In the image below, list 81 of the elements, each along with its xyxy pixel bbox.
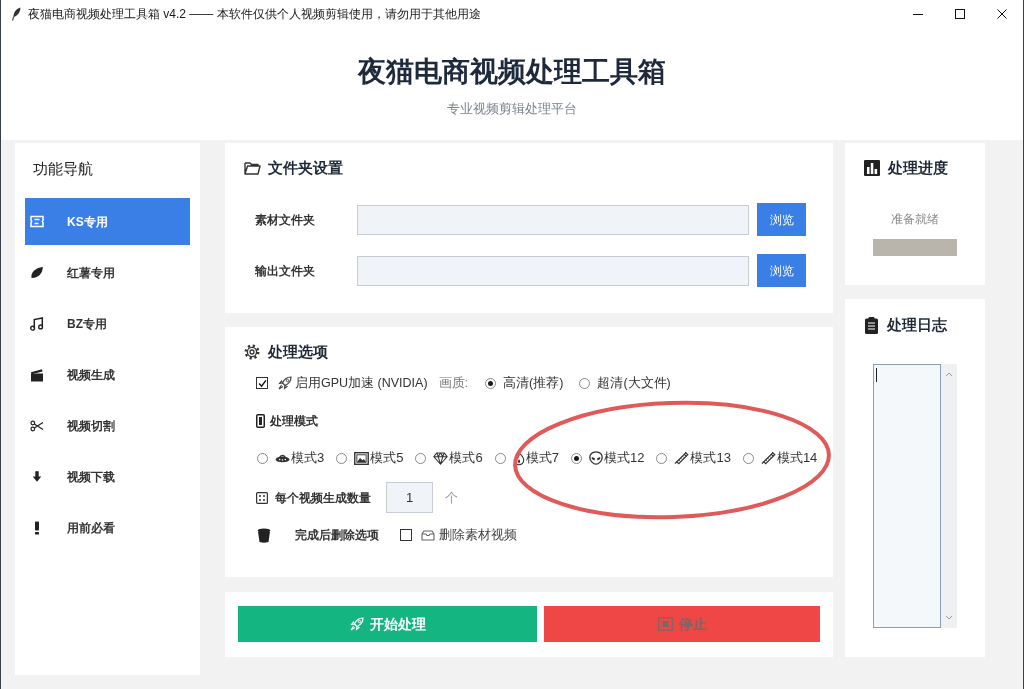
scrollbar[interactable] — [941, 364, 957, 628]
pencil-icon — [760, 451, 776, 465]
option-label: 模式12 — [603, 449, 645, 468]
clapperboard-icon — [30, 367, 44, 382]
radio-button[interactable] — [579, 377, 591, 389]
option-label: 模式7 — [525, 449, 559, 468]
alien-icon — [588, 451, 603, 465]
framed-picture-icon — [354, 451, 370, 465]
option-label: 高清(推荐) — [503, 374, 564, 392]
window-title: 夜猫电商视频处理工具箱 v4.2 —— 本软件仅供个人视频剪辑使用，请勿用于其他用途 — [28, 6, 481, 23]
count-input[interactable]: 1 — [386, 482, 433, 513]
app-subtitle: 专业视频剪辑处理平台 — [447, 100, 577, 118]
section-title: 处理进度 — [888, 158, 948, 178]
text-cursor — [876, 368, 877, 382]
app-title: 夜猫电商视频处理工具箱 — [358, 55, 666, 89]
device-icon — [256, 414, 265, 428]
option-label: 超清(大文件) — [597, 374, 671, 392]
music-notes-icon — [30, 316, 44, 331]
status-text: 准备就绪 — [891, 211, 939, 227]
field-label: 完成后删除选项 — [295, 527, 379, 544]
folder-icon — [244, 161, 261, 175]
field-label: 素材文件夹 — [255, 211, 316, 229]
field-label: 输出文件夹 — [255, 262, 316, 280]
option-label: 启用GPU加速 (NVIDIA) — [295, 374, 428, 392]
trash-icon — [257, 527, 271, 543]
sidebar-item[interactable]: BZ专用 — [25, 300, 190, 347]
checkbox[interactable] — [400, 529, 412, 541]
minimize-icon — [913, 13, 923, 15]
folder-input[interactable] — [357, 255, 749, 286]
ufo-icon — [275, 452, 290, 464]
section-title: 文件夹设置 — [268, 158, 343, 178]
log-textarea[interactable] — [873, 364, 941, 628]
rocket-icon — [278, 376, 292, 390]
option-label: 模式14 — [776, 449, 818, 468]
radio-button[interactable] — [257, 452, 268, 464]
feather-icon — [12, 7, 21, 21]
browse-button[interactable]: 浏览 — [757, 254, 806, 287]
exclamation-icon — [33, 520, 41, 535]
radio-button[interactable] — [656, 452, 668, 464]
radio-button[interactable] — [570, 452, 582, 464]
clipboard-icon — [865, 316, 878, 334]
field-label: 处理模式 — [270, 413, 318, 430]
tray-icon — [421, 529, 435, 541]
radio-button[interactable] — [494, 452, 506, 464]
quality-label: 画质: — [438, 374, 469, 392]
sidebar-title: 功能导航 — [32, 159, 94, 179]
section-title: 处理选项 — [268, 342, 328, 362]
ticket-icon — [30, 215, 44, 228]
unit-label: 个 — [445, 488, 458, 507]
section-title: 处理日志 — [887, 315, 947, 335]
field-label: 每个视频生成数量 — [275, 489, 371, 507]
radio-button[interactable] — [336, 452, 348, 464]
radio-button[interactable] — [485, 377, 497, 389]
option-label: 模式6 — [449, 449, 483, 468]
sidebar-item[interactable]: 红薯专用 — [25, 249, 190, 296]
checkbox[interactable] — [256, 377, 268, 389]
option-label: 模式3 — [291, 449, 325, 468]
diamond-icon — [433, 451, 449, 465]
sidebar-item[interactable]: 视频生成 — [25, 351, 190, 398]
sidebar-item[interactable]: 视频切割 — [25, 402, 190, 449]
option-label: 删除素材视频 — [439, 526, 517, 545]
maximize-icon — [955, 9, 965, 19]
sidebar-item[interactable]: 视频下载 — [25, 453, 190, 500]
browse-button[interactable]: 浏览 — [757, 203, 806, 236]
settings-icon — [244, 344, 260, 360]
option-label: 模式13 — [690, 449, 731, 468]
sidebar-item[interactable]: 用前必看 — [25, 504, 190, 551]
bar-chart-icon — [864, 160, 880, 176]
down-arrow-icon — [31, 470, 43, 483]
radio-button[interactable] — [415, 452, 427, 464]
rocket-icon — [349, 617, 364, 631]
grid-dots-icon — [256, 491, 268, 504]
pencil-icon — [674, 451, 690, 465]
folder-input[interactable] — [357, 204, 749, 235]
close-icon — [997, 9, 1007, 19]
leaf-icon — [30, 266, 44, 279]
scissors-icon — [30, 418, 44, 433]
option-label: 模式5 — [370, 449, 404, 468]
stop-icon — [657, 617, 673, 631]
sidebar-item[interactable]: KS专用 — [25, 198, 190, 245]
radio-button[interactable] — [742, 452, 754, 464]
